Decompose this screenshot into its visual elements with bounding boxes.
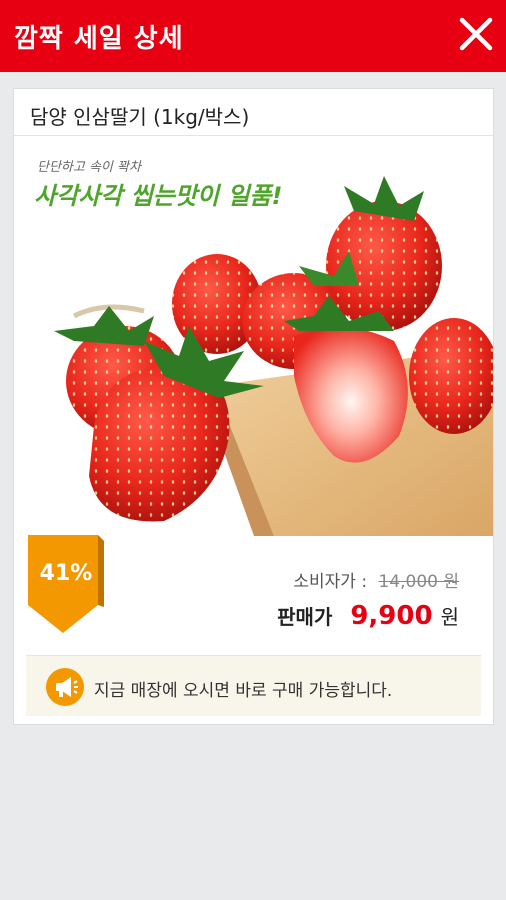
close-icon: [459, 17, 493, 51]
discount-badge: 41%: [28, 535, 106, 633]
strawberry-photo: 단단하고 속이 꽉차 사각사각 씹는맛이 일품!: [14, 136, 493, 536]
sale-price-unit: 원: [440, 605, 459, 629]
image-tagline: 단단하고 속이 꽉차: [37, 160, 143, 175]
sale-price: 9,900: [350, 601, 433, 631]
megaphone-icon: [46, 668, 84, 706]
consumer-price: 14,000 원: [378, 572, 459, 592]
discount-rate: 41%: [39, 561, 93, 586]
consumer-price-label: 소비자가 :: [293, 572, 368, 592]
close-button[interactable]: [456, 14, 496, 54]
sale-price-label: 판매가: [277, 605, 333, 629]
product-image: 단단하고 속이 꽉차 사각사각 씹는맛이 일품!: [14, 136, 493, 536]
image-slogan: 사각사각 씹는맛이 일품!: [34, 182, 282, 210]
store-notice: 지금 매장에 오시면 바로 구매 가능합니다.: [26, 655, 481, 716]
product-title: 담양 인삼딸기 (1kg/박스): [30, 105, 250, 129]
notice-text: 지금 매장에 오시면 바로 구매 가능합니다.: [94, 681, 393, 701]
sale-price-row: 판매가 9,900 원: [277, 601, 459, 631]
app-header: 깜짝 세일 상세: [0, 0, 506, 72]
consumer-price-row: 소비자가 : 14,000 원: [293, 567, 459, 592]
page-title: 깜짝 세일 상세: [14, 24, 184, 54]
product-card: 담양 인삼딸기 (1kg/박스) 단단하고 속이 꽉차 사각사각 씹는맛이 일품…: [13, 88, 494, 725]
